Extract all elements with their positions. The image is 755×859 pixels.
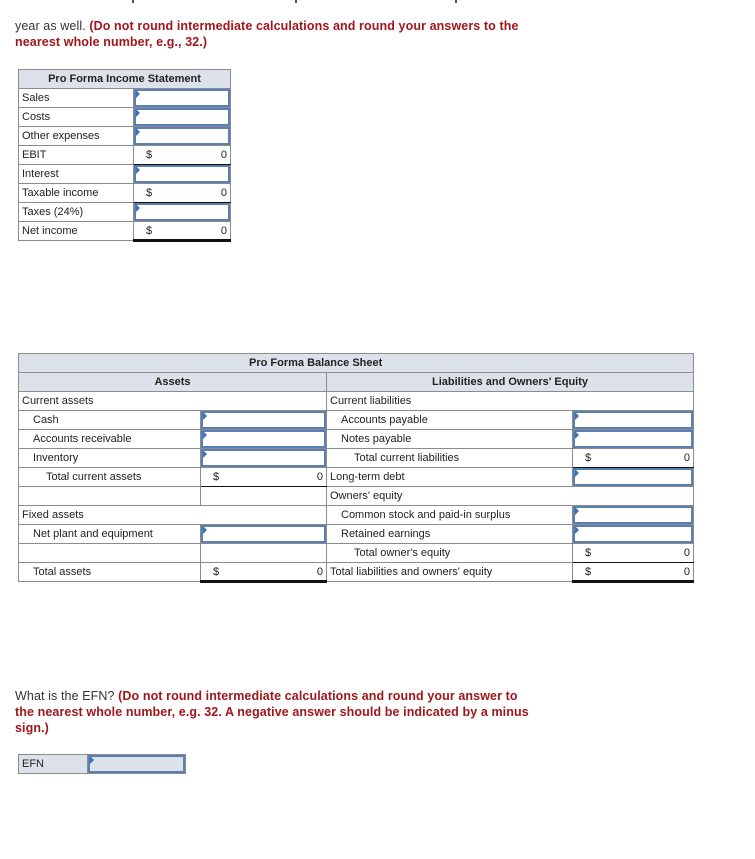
table-row: Total owner's equity $0: [18, 543, 694, 563]
total-current-assets-label: Total current assets: [18, 467, 201, 487]
total-assets-label: Total assets: [18, 562, 201, 582]
instructions-lead: year as well.: [15, 19, 86, 33]
row-label: Taxable income: [18, 183, 134, 203]
empty-cell: [18, 543, 201, 563]
table-row: Taxes (24%): [18, 202, 231, 222]
empty-cell: [18, 486, 201, 506]
row-label: Taxes (24%): [18, 202, 134, 222]
accounts-receivable-input[interactable]: [200, 429, 327, 449]
row-label: Sales: [18, 88, 134, 108]
row-label: Costs: [18, 107, 134, 127]
long-term-debt-input[interactable]: [572, 467, 694, 487]
total-current-liabilities-value: $0: [572, 448, 694, 468]
taxable-income-value: $0: [133, 183, 231, 203]
empty-cell: [200, 486, 327, 506]
net-plant-input[interactable]: [200, 524, 327, 544]
table-row: Inventory Total current liabilities $0: [18, 448, 694, 468]
inventory-label: Inventory: [18, 448, 201, 468]
cash-label: Cash: [18, 410, 201, 430]
taxes-input[interactable]: [133, 202, 231, 222]
common-stock-input[interactable]: [572, 505, 694, 525]
costs-input[interactable]: [133, 107, 231, 127]
total-assets-value: $0: [200, 562, 327, 583]
total-current-assets-value: $0: [200, 467, 327, 487]
total-owners-equity-label: Total owner's equity: [326, 543, 573, 563]
table-row: Fixed assets Common stock and paid-in su…: [18, 505, 694, 525]
table-row: Interest: [18, 164, 231, 184]
income-statement-title: Pro Forma Income Statement: [18, 69, 231, 89]
efn-question-lead: What is the EFN?: [15, 689, 115, 703]
retained-earnings-label: Retained earnings: [326, 524, 573, 544]
row-label: Other expenses: [18, 126, 134, 146]
retained-earnings-input[interactable]: [572, 524, 694, 544]
row-label: Net income: [18, 221, 134, 241]
total-owners-equity-value: $0: [572, 543, 694, 563]
fixed-assets-label: Fixed assets: [18, 505, 327, 525]
assets-header: Assets: [18, 372, 327, 392]
ebit-value: $0: [133, 145, 231, 165]
table-row: Accounts receivable Notes payable: [18, 429, 694, 449]
table-row: Current assets Current liabilities: [18, 391, 694, 411]
empty-cell: [200, 543, 327, 563]
table-row: Total assets $0 Total liabilities and ow…: [18, 562, 694, 583]
table-row: Taxable income $0: [18, 183, 231, 203]
notes-payable-label: Notes payable: [326, 429, 573, 449]
total-liabilities-equity-label: Total liabilities and owners' equity: [326, 562, 573, 582]
efn-question: What is the EFN? (Do not round intermedi…: [15, 688, 555, 736]
instructions-emphasis: (Do not round intermediate calculations …: [15, 19, 519, 49]
clipped-text-remnants: [0, 0, 755, 6]
common-stock-label: Common stock and paid-in surplus: [326, 505, 573, 525]
table-row: Sales: [18, 88, 231, 108]
net-plant-label: Net plant and equipment: [18, 524, 201, 544]
income-statement-table: Pro Forma Income Statement Sales Costs O…: [18, 69, 231, 242]
total-current-liabilities-label: Total current liabilities: [326, 448, 573, 468]
notes-payable-input[interactable]: [572, 429, 694, 449]
table-row: Cash Accounts payable: [18, 410, 694, 430]
table-row: Other expenses: [18, 126, 231, 146]
row-label: EBIT: [18, 145, 134, 165]
table-row: Net income $0: [18, 221, 231, 242]
efn-label: EFN: [18, 754, 88, 774]
accounts-receivable-label: Accounts receivable: [18, 429, 201, 449]
table-row: Total current assets $0 Long-term debt: [18, 467, 694, 487]
table-row: Net plant and equipment Retained earning…: [18, 524, 694, 544]
current-liabilities-label: Current liabilities: [326, 391, 694, 411]
long-term-debt-label: Long-term debt: [326, 467, 573, 487]
instructions-top: year as well. (Do not round intermediate…: [15, 18, 555, 50]
sales-input[interactable]: [133, 88, 231, 108]
inventory-input[interactable]: [200, 448, 327, 468]
other-expenses-input[interactable]: [133, 126, 231, 146]
table-row: Costs: [18, 107, 231, 127]
balance-sheet-table: Pro Forma Balance Sheet Assets Liabiliti…: [18, 353, 694, 583]
table-row: EBIT $0: [18, 145, 231, 165]
owners-equity-label: Owners' equity: [326, 486, 694, 506]
net-income-value: $0: [133, 221, 231, 242]
total-liabilities-equity-value: $0: [572, 562, 694, 583]
interest-input[interactable]: [133, 164, 231, 184]
efn-input[interactable]: [87, 754, 186, 774]
efn-table: EFN: [18, 754, 186, 774]
balance-sheet-title: Pro Forma Balance Sheet: [18, 353, 694, 373]
cash-input[interactable]: [200, 410, 327, 430]
current-assets-label: Current assets: [18, 391, 327, 411]
accounts-payable-input[interactable]: [572, 410, 694, 430]
liabilities-header: Liabilities and Owners' Equity: [326, 372, 694, 392]
accounts-payable-label: Accounts payable: [326, 410, 573, 430]
table-row: Owners' equity: [18, 486, 694, 506]
row-label: Interest: [18, 164, 134, 184]
